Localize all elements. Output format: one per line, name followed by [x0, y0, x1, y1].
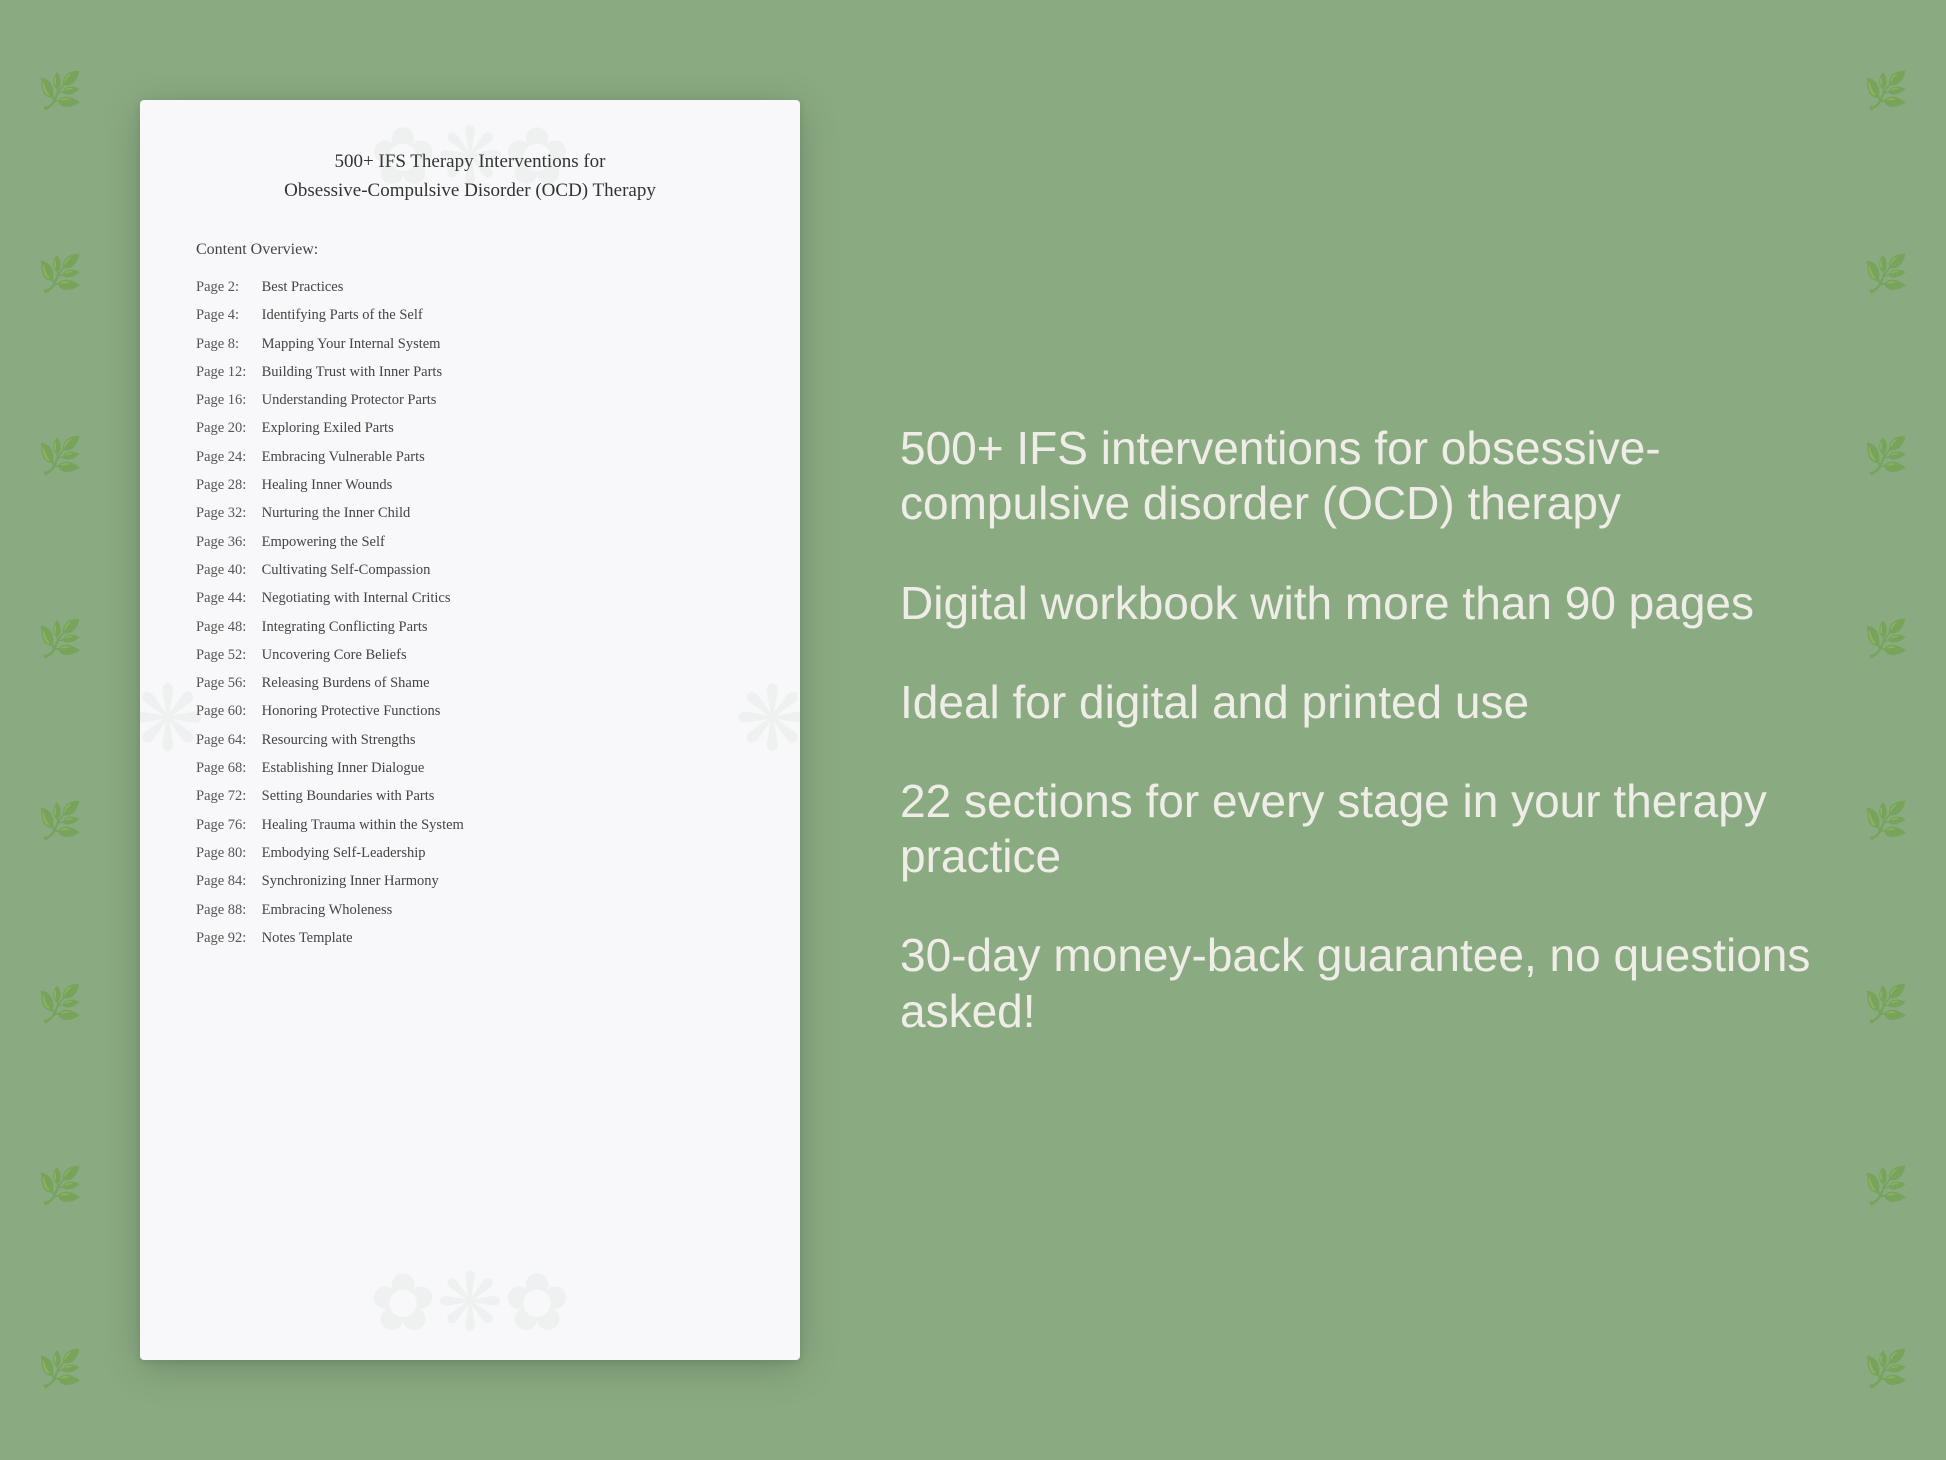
toc-title: Synchronizing Inner Harmony [258, 873, 439, 889]
toc-item: Page 16: Understanding Protector Parts [196, 390, 744, 410]
toc-item: Page 44: Negotiating with Internal Criti… [196, 588, 744, 608]
page-number: Page 16: [196, 390, 258, 410]
toc-title: Setting Boundaries with Parts [258, 788, 434, 804]
feature-text: Digital workbook with more than 90 pages [900, 576, 1866, 631]
page-number: Page 56: [196, 673, 258, 693]
feature-text: 500+ IFS interventions for obsessive-com… [900, 421, 1866, 531]
document-title: 500+ IFS Therapy Interventions for Obses… [196, 148, 744, 205]
page-number: Page 2: [196, 277, 258, 297]
toc-title: Understanding Protector Parts [258, 392, 436, 408]
toc-item: Page 68: Establishing Inner Dialogue [196, 758, 744, 778]
page-number: Page 48: [196, 617, 258, 637]
toc-title: Best Practices [258, 279, 343, 295]
page-number: Page 44: [196, 588, 258, 608]
page-number: Page 4: [196, 305, 258, 325]
page-number: Page 72: [196, 786, 258, 806]
toc-item: Page 28: Healing Inner Wounds [196, 475, 744, 495]
content-overview-label: Content Overview: [196, 241, 744, 259]
toc-title: Embracing Wholeness [258, 902, 392, 918]
toc-item: Page 72: Setting Boundaries with Parts [196, 786, 744, 806]
toc-item: Page 40: Cultivating Self-Compassion [196, 560, 744, 580]
page-number: Page 12: [196, 362, 258, 382]
page-number: Page 68: [196, 758, 258, 778]
page-number: Page 64: [196, 730, 258, 750]
toc-item: Page 56: Releasing Burdens of Shame [196, 673, 744, 693]
toc-item: Page 2: Best Practices [196, 277, 744, 297]
toc-title: Honoring Protective Functions [258, 703, 440, 719]
toc-item: Page 24: Embracing Vulnerable Parts [196, 447, 744, 467]
main-content: ✿❋✿ ❋ ❋ ✿❋✿ 500+ IFS Therapy Interventio… [0, 0, 1946, 1460]
toc-item: Page 92: Notes Template [196, 928, 744, 948]
toc-item: Page 36: Empowering the Self [196, 532, 744, 552]
toc-title: Mapping Your Internal System [258, 336, 440, 352]
table-of-contents: Page 2: Best PracticesPage 4: Identifyin… [196, 277, 744, 948]
feature-text: 22 sections for every stage in your ther… [900, 774, 1866, 884]
toc-item: Page 88: Embracing Wholeness [196, 900, 744, 920]
toc-title: Embodying Self-Leadership [258, 845, 426, 861]
page-number: Page 80: [196, 843, 258, 863]
toc-title: Embracing Vulnerable Parts [258, 449, 425, 465]
toc-title: Empowering the Self [258, 534, 385, 550]
page-number: Page 52: [196, 645, 258, 665]
toc-title: Healing Trauma within the System [258, 817, 464, 833]
page-number: Page 76: [196, 815, 258, 835]
page-number: Page 32: [196, 503, 258, 523]
page-number: Page 20: [196, 418, 258, 438]
feature-text: Ideal for digital and printed use [900, 675, 1866, 730]
toc-item: Page 8: Mapping Your Internal System [196, 334, 744, 354]
feature-text: 30-day money-back guarantee, no question… [900, 928, 1866, 1038]
features-panel: 500+ IFS interventions for obsessive-com… [880, 421, 1866, 1039]
page-number: Page 84: [196, 871, 258, 891]
toc-item: Page 64: Resourcing with Strengths [196, 730, 744, 750]
watermark-right: ❋ [735, 667, 800, 772]
toc-title: Establishing Inner Dialogue [258, 760, 424, 776]
toc-item: Page 80: Embodying Self-Leadership [196, 843, 744, 863]
toc-title: Integrating Conflicting Parts [258, 619, 428, 635]
page-number: Page 92: [196, 928, 258, 948]
page-number: Page 88: [196, 900, 258, 920]
toc-title: Releasing Burdens of Shame [258, 675, 430, 691]
toc-item: Page 52: Uncovering Core Beliefs [196, 645, 744, 665]
toc-item: Page 20: Exploring Exiled Parts [196, 418, 744, 438]
toc-title: Exploring Exiled Parts [258, 420, 394, 436]
document-panel: ✿❋✿ ❋ ❋ ✿❋✿ 500+ IFS Therapy Interventio… [140, 100, 800, 1360]
toc-item: Page 60: Honoring Protective Functions [196, 701, 744, 721]
watermark-bottom: ✿❋✿ [369, 1256, 570, 1350]
toc-title: Healing Inner Wounds [258, 477, 392, 493]
toc-title: Nurturing the Inner Child [258, 505, 410, 521]
toc-title: Notes Template [258, 930, 353, 946]
page-number: Page 60: [196, 701, 258, 721]
toc-item: Page 48: Integrating Conflicting Parts [196, 617, 744, 637]
toc-title: Uncovering Core Beliefs [258, 647, 407, 663]
page-number: Page 24: [196, 447, 258, 467]
page-number: Page 8: [196, 334, 258, 354]
toc-item: Page 12: Building Trust with Inner Parts [196, 362, 744, 382]
page-number: Page 36: [196, 532, 258, 552]
toc-item: Page 32: Nurturing the Inner Child [196, 503, 744, 523]
toc-item: Page 76: Healing Trauma within the Syste… [196, 815, 744, 835]
toc-title: Identifying Parts of the Self [258, 307, 423, 323]
toc-title: Negotiating with Internal Critics [258, 590, 451, 606]
toc-title: Resourcing with Strengths [258, 732, 415, 748]
toc-item: Page 84: Synchronizing Inner Harmony [196, 871, 744, 891]
toc-item: Page 4: Identifying Parts of the Self [196, 305, 744, 325]
page-number: Page 40: [196, 560, 258, 580]
toc-title: Building Trust with Inner Parts [258, 364, 442, 380]
page-number: Page 28: [196, 475, 258, 495]
toc-title: Cultivating Self-Compassion [258, 562, 430, 578]
